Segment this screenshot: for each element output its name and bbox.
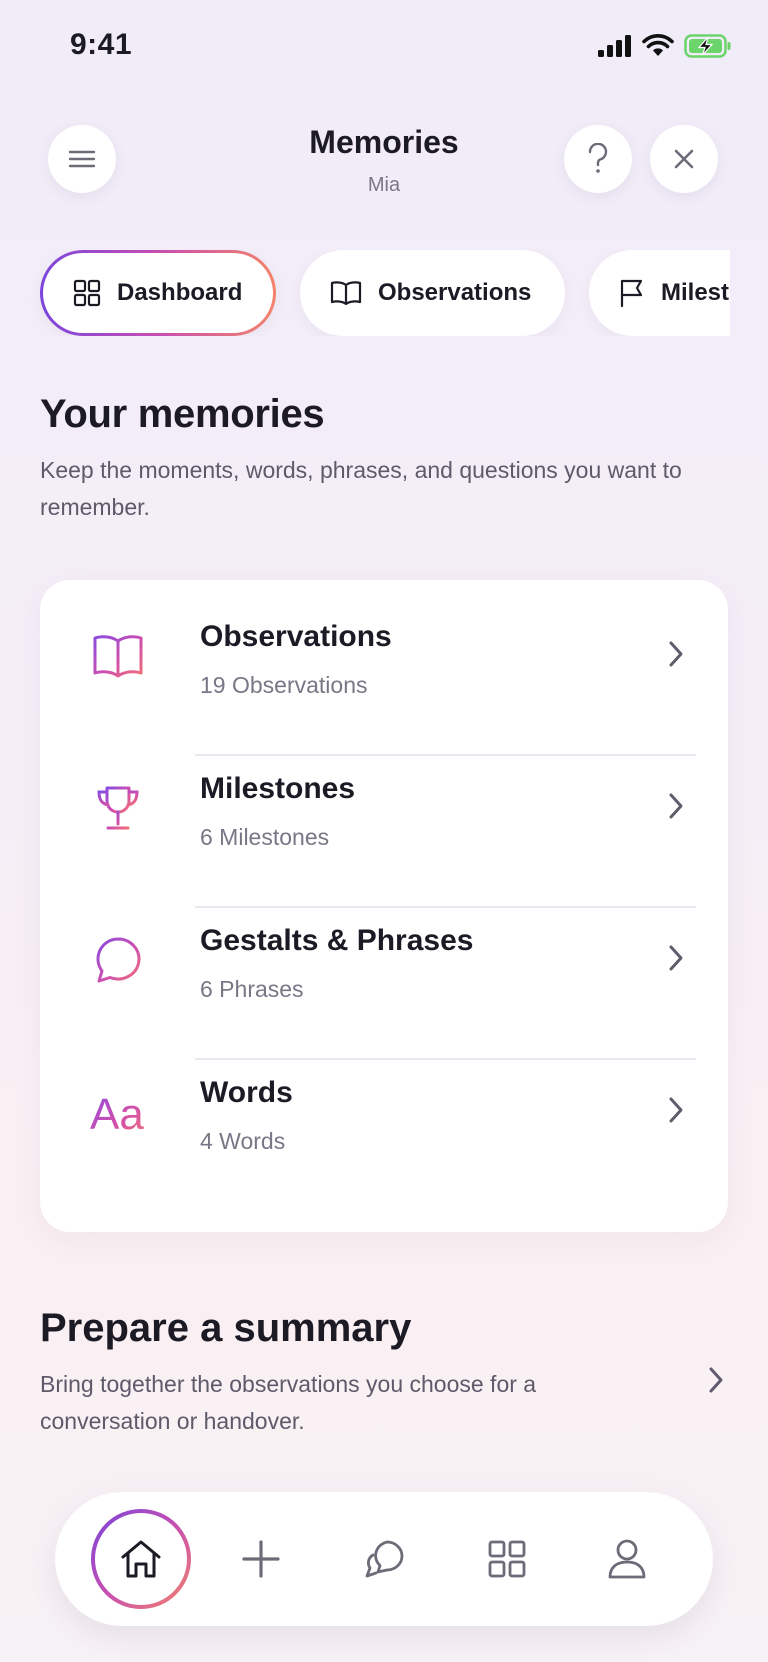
close-icon: [674, 149, 694, 169]
chevron-right-icon[interactable]: [706, 1364, 726, 1396]
grid-icon: [73, 279, 101, 307]
list-item-count: 19 Observations: [200, 672, 368, 698]
open-book-icon: [90, 628, 146, 684]
tab-milestones[interactable]: Milestones: [589, 250, 730, 336]
book-icon: [330, 281, 362, 306]
wifi-icon: [642, 34, 674, 56]
list-item-gestalts-phrases[interactable]: Gestalts & Phrases 6 Phrases: [40, 884, 728, 1036]
section-description: Keep the moments, words, phrases, and qu…: [40, 457, 682, 520]
status-icons: [598, 34, 732, 58]
nav-grid-button[interactable]: [457, 1509, 557, 1609]
tab-label: Observations: [378, 279, 532, 306]
list-item-milestones[interactable]: Milestones 6 Milestones: [40, 732, 728, 884]
summary-description[interactable]: Bring together the observations you choo…: [40, 1366, 660, 1440]
tab-bar: Dashboard Observations Milestones: [0, 250, 730, 336]
flag-icon: [620, 279, 643, 308]
plus-icon: [242, 1540, 280, 1578]
nav-profile-button[interactable]: [577, 1509, 677, 1609]
close-button[interactable]: [650, 125, 718, 193]
chevron-right-icon: [669, 1097, 683, 1123]
summary-heading[interactable]: Prepare a summary: [40, 1306, 411, 1351]
list-item-count: 4 Words: [200, 1128, 286, 1154]
tab-label: Dashboard: [117, 279, 243, 306]
chat-icon: [365, 1540, 404, 1578]
chevron-right-icon: [669, 945, 683, 971]
memory-categories-card: Observations 19 Observations Milestones …: [40, 580, 728, 1232]
speech-bubble-icon: [90, 932, 146, 988]
text-aa-icon: Aa: [90, 1084, 146, 1140]
nav-home-button[interactable]: [91, 1509, 191, 1609]
tab-label: Milestones: [661, 279, 730, 306]
nav-chat-button[interactable]: [334, 1509, 434, 1609]
page-subtitle: Mia: [367, 174, 401, 196]
list-item-count: 6 Phrases: [200, 976, 304, 1002]
bottom-nav: [55, 1492, 713, 1626]
status-time: 9:41: [70, 28, 133, 61]
list-item-count: 6 Milestones: [200, 824, 330, 850]
list-item-title: Gestalts & Phrases: [200, 924, 474, 957]
nav-add-button[interactable]: [211, 1509, 311, 1609]
home-icon: [121, 1540, 161, 1578]
tab-dashboard[interactable]: Dashboard: [40, 250, 276, 336]
chevron-right-icon: [669, 641, 683, 667]
tab-observations[interactable]: Observations: [300, 250, 565, 336]
cellular-signal-icon: [598, 35, 631, 57]
list-item-observations[interactable]: Observations 19 Observations: [40, 580, 728, 732]
battery-charging-icon: [684, 34, 731, 58]
profile-icon: [608, 1539, 646, 1579]
list-item-title: Milestones: [200, 772, 356, 805]
list-item-title: Words: [200, 1076, 293, 1109]
question-mark-icon: [588, 143, 608, 173]
svg-text:Aa: Aa: [90, 1090, 144, 1135]
list-item-words[interactable]: Aa Words 4 Words: [40, 1036, 728, 1188]
chevron-right-icon: [669, 793, 683, 819]
help-button[interactable]: [564, 125, 632, 193]
section-heading-memories: Your memories: [40, 392, 325, 436]
list-item-title: Observations: [200, 620, 392, 653]
trophy-icon: [90, 780, 146, 836]
grid-icon: [488, 1540, 526, 1578]
